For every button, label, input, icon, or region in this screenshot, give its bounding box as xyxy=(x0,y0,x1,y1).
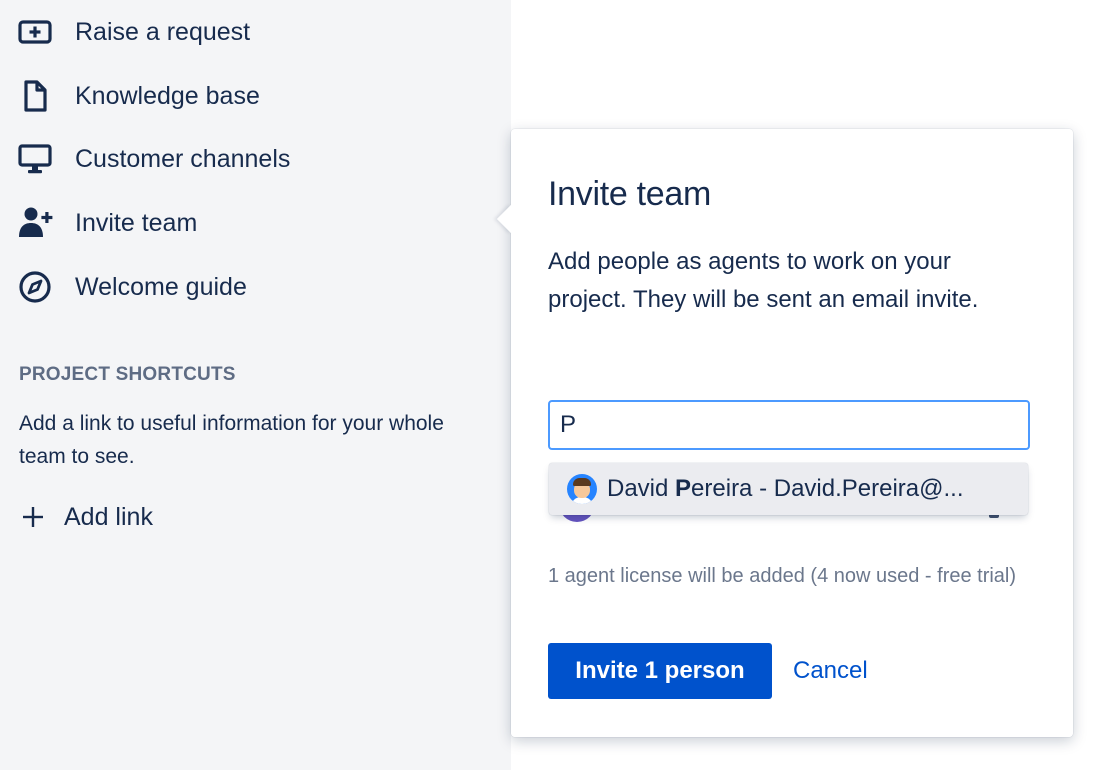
monitor-icon xyxy=(18,143,56,175)
section-description: Add a link to useful information for you… xyxy=(19,412,444,468)
page-icon xyxy=(18,80,56,112)
cancel-button[interactable]: Cancel xyxy=(793,657,868,685)
plus-icon xyxy=(19,503,47,531)
sidebar-item-raise-request[interactable]: Raise a request xyxy=(18,12,250,52)
add-link-button[interactable]: Add link xyxy=(19,497,153,537)
user-avatar-icon xyxy=(567,474,597,504)
user-suggestion-option[interactable]: David Pereira - David.Pereira@... xyxy=(549,463,1028,515)
license-note: 1 agent license will be added (4 now use… xyxy=(548,565,1017,587)
sidebar-item-label: Customer channels xyxy=(75,144,291,173)
add-link-label: Add link xyxy=(64,502,153,531)
invite-search-input[interactable] xyxy=(548,400,1030,450)
invite-team-dialog: Invite team Add people as agents to work… xyxy=(496,129,1073,737)
dialog-body: Invite team Add people as agents to work… xyxy=(511,129,1073,737)
sidebar: Raise a request Knowledge base Customer … xyxy=(0,0,511,770)
dialog-description: Add people as agents to work on your pro… xyxy=(548,248,979,313)
sidebar-item-knowledge-base[interactable]: Knowledge base xyxy=(18,76,260,116)
dialog-title: Invite team xyxy=(548,175,711,213)
suggestion-text: David Pereira - David.Pereira@... xyxy=(607,475,964,502)
sidebar-item-welcome-guide[interactable]: Welcome guide xyxy=(18,267,247,307)
section-title-project-shortcuts: PROJECT SHORTCUTS xyxy=(19,364,236,385)
plus-box-icon xyxy=(18,16,56,48)
sidebar-item-label: Welcome guide xyxy=(75,272,247,301)
person-add-icon xyxy=(18,207,56,239)
sidebar-item-label: Knowledge base xyxy=(75,81,260,110)
sidebar-item-invite-team[interactable]: Invite team xyxy=(18,203,197,243)
compass-icon xyxy=(18,271,56,303)
invite-button[interactable]: Invite 1 person xyxy=(548,643,772,699)
sidebar-item-label: Raise a request xyxy=(75,17,251,46)
sidebar-item-label: Invite team xyxy=(75,208,198,237)
sidebar-item-customer-channels[interactable]: Customer channels xyxy=(18,139,290,179)
